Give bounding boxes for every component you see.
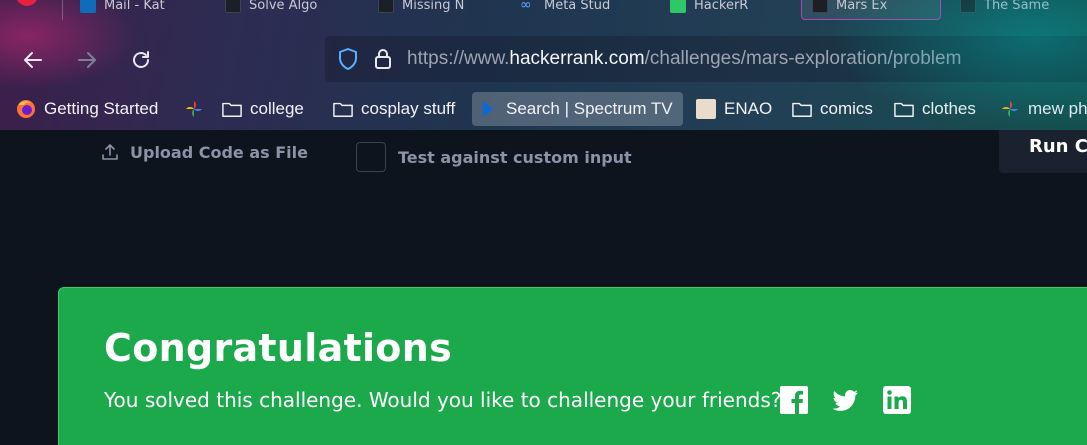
tab-label: The Same — [984, 0, 1050, 13]
firefox-icon — [16, 99, 36, 119]
hackerrank-tab-icon — [812, 0, 828, 13]
tab-meta-stud[interactable]: ∞ Meta Stud — [510, 0, 650, 20]
congratulations-message: You solved this challenge. Would you lik… — [104, 388, 782, 412]
tab-strip: Mail - Kat Solve Algo Missing N ∞ Meta S… — [0, 0, 1087, 22]
tab-mail[interactable]: Mail - Kat — [70, 0, 200, 20]
reload-icon — [133, 51, 149, 68]
navigation-bar: https://www.hackerrank.com/challenges/ma… — [0, 36, 1087, 82]
reload-button[interactable] — [127, 46, 155, 74]
url-path: /challenges/mars-exploration/problem — [644, 48, 962, 69]
linkedin-icon[interactable] — [882, 385, 912, 415]
custom-input-toggle[interactable]: Test against custom input — [356, 142, 632, 172]
upload-icon — [102, 144, 118, 160]
bookmark-label: Getting Started — [44, 99, 159, 118]
url-bar[interactable]: https://www.hackerrank.com/challenges/ma… — [325, 36, 1087, 82]
congratulations-title: Congratulations — [104, 326, 452, 370]
facebook-icon[interactable] — [779, 385, 809, 415]
bookmark-cosplay-stuff[interactable]: cosplay stuff — [327, 92, 461, 126]
bookmark-spectrum-tv[interactable]: Search | Spectrum TV — [472, 92, 683, 126]
run-code-label: Run C — [1029, 136, 1087, 157]
meta-tab-icon: ∞ — [520, 0, 532, 13]
bookmarks-toolbar: Getting Started college cosplay stuff Se… — [0, 90, 1087, 126]
tab-mars-exploration[interactable]: Mars Ex — [801, 0, 941, 20]
success-banner: Congratulations You solved this challeng… — [58, 287, 1087, 445]
tab-the-same[interactable]: The Same — [950, 0, 1087, 20]
bookmark-college[interactable]: college — [178, 92, 310, 126]
enao-icon — [696, 99, 716, 119]
bookmark-label: cosplay stuff — [361, 99, 456, 118]
google-photos-icon — [184, 99, 204, 119]
tab-label: Mars Ex — [836, 0, 888, 13]
tab-hackerrank[interactable]: HackerR — [660, 0, 790, 20]
tab-label: HackerR — [694, 0, 749, 13]
bookmark-mew-ph[interactable]: mew ph — [994, 92, 1087, 126]
back-arrow-icon — [24, 52, 42, 68]
spectrum-icon — [478, 99, 498, 119]
upload-code-button[interactable]: Upload Code as File — [100, 142, 308, 162]
bookmark-label: clothes — [922, 99, 976, 118]
tab-missing[interactable]: Missing N — [368, 0, 498, 20]
folder-icon — [333, 99, 353, 119]
mail-tab-icon — [80, 0, 96, 13]
forward-arrow-icon — [78, 52, 96, 68]
firefox-menu-icon[interactable] — [16, 0, 38, 6]
bookmark-label: Search | Spectrum TV — [506, 99, 673, 118]
url-prefix: https://www. — [407, 48, 510, 69]
custom-input-label: Test against custom input — [398, 147, 632, 167]
bookmark-label: comics — [820, 99, 873, 118]
tab-solve-algo[interactable]: Solve Algo — [215, 0, 355, 20]
lock-icon[interactable] — [373, 47, 393, 71]
tab-label: Missing N — [402, 0, 465, 13]
tab-label: Mail - Kat — [104, 0, 165, 13]
bookmark-getting-started[interactable]: Getting Started — [10, 92, 164, 126]
bookmark-enao[interactable]: ENAO — [690, 92, 778, 126]
folder-icon — [222, 99, 242, 119]
bookmark-label: college — [250, 99, 304, 118]
tab-separator — [62, 0, 63, 20]
tab-label: Meta Stud — [544, 0, 611, 13]
hackerrank-tab-icon — [378, 0, 394, 13]
bookmark-comics[interactable]: comics — [786, 92, 879, 126]
google-photos-icon — [1000, 99, 1020, 119]
folder-icon — [792, 99, 812, 119]
forward-button[interactable] — [73, 46, 101, 74]
tracking-protection-shield-icon[interactable] — [337, 47, 359, 71]
url-text[interactable]: https://www.hackerrank.com/challenges/ma… — [407, 48, 961, 70]
bookmark-label: mew ph — [1028, 99, 1087, 118]
custom-input-checkbox[interactable] — [356, 142, 386, 172]
hackerrank-tab-icon — [225, 0, 241, 13]
upload-code-label: Upload Code as File — [130, 142, 308, 162]
back-button[interactable] — [19, 46, 47, 74]
hackerrank-page: Upload Code as File Test against custom … — [0, 130, 1087, 445]
hackerrank-tab-icon — [960, 0, 976, 13]
hackerrank-green-tab-icon — [670, 0, 686, 13]
run-code-button[interactable]: Run C — [999, 130, 1087, 173]
bookmark-label: ENAO — [724, 99, 773, 118]
folder-icon — [894, 99, 914, 119]
url-domain: hackerrank.com — [509, 48, 645, 69]
twitter-icon[interactable] — [830, 385, 860, 415]
bookmark-clothes[interactable]: clothes — [888, 92, 982, 126]
tab-label: Solve Algo — [249, 0, 318, 13]
browser-chrome: Mail - Kat Solve Algo Missing N ∞ Meta S… — [0, 0, 1087, 130]
